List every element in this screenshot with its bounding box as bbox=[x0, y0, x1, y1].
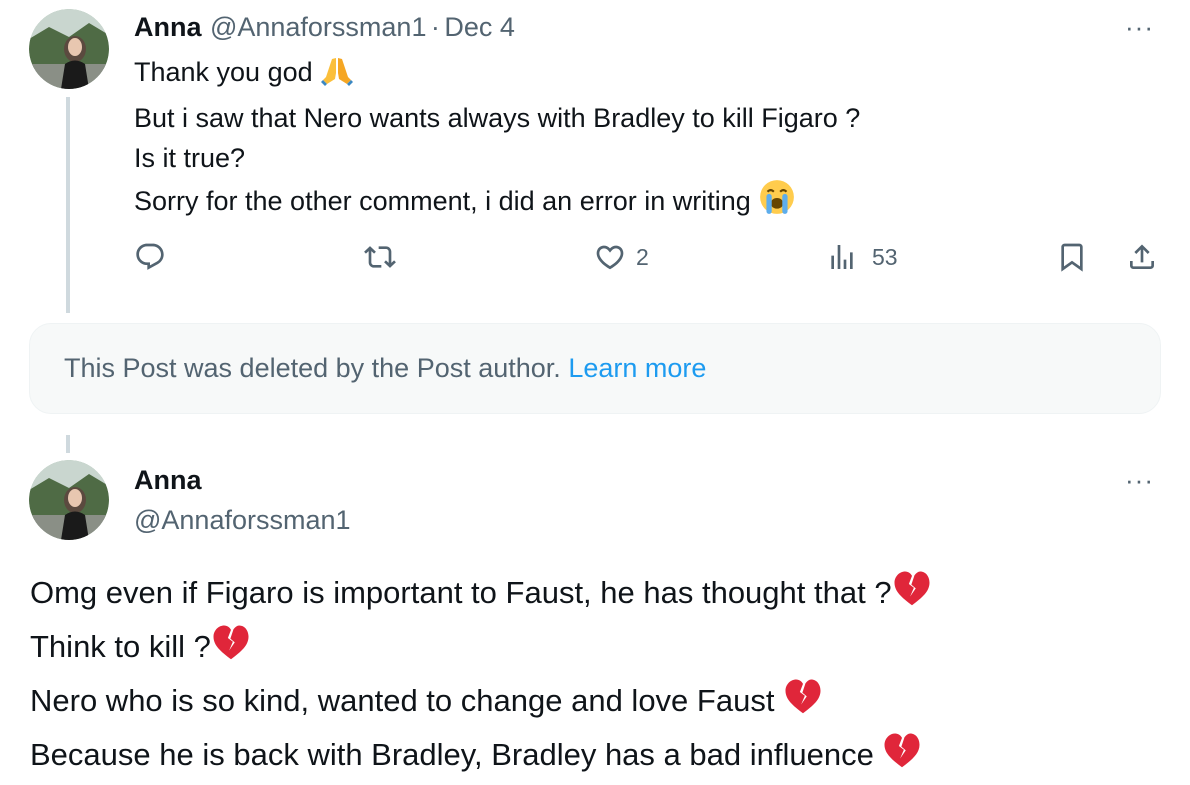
deleted-post-notice: This Post was deleted by the Post author… bbox=[29, 323, 1161, 414]
post-line: Sorry for the other comment, i did an er… bbox=[134, 178, 860, 227]
views-icon bbox=[831, 245, 853, 269]
deleted-notice-text: This Post was deleted by the Post author… bbox=[64, 353, 561, 383]
share-icon bbox=[1130, 244, 1154, 269]
more-options-icon[interactable]: ··· bbox=[1125, 12, 1154, 43]
post-line: Thank you god bbox=[134, 52, 860, 98]
loudly-crying-face-icon bbox=[758, 178, 796, 227]
like-button[interactable]: 2 bbox=[594, 241, 649, 273]
post-date[interactable]: Dec 4 bbox=[444, 12, 515, 42]
handle[interactable]: @Annaforssman1 bbox=[134, 505, 351, 536]
broken-heart-icon bbox=[882, 731, 922, 785]
post-header: Anna @Annaforssman1 · Dec 4 bbox=[134, 12, 515, 43]
share-button[interactable] bbox=[1126, 241, 1158, 273]
folded-hands-icon bbox=[320, 53, 354, 98]
like-count: 2 bbox=[636, 243, 649, 270]
post-line: Think to kill ? bbox=[30, 623, 932, 677]
post-line: Omg even if Figaro is important to Faust… bbox=[30, 569, 932, 623]
display-name[interactable]: Anna bbox=[134, 12, 202, 42]
separator: · bbox=[430, 12, 440, 42]
post-text: Thank you god But i saw that Nero wants … bbox=[134, 52, 860, 227]
post-text: Omg even if Figaro is important to Faust… bbox=[30, 569, 932, 785]
avatar-image bbox=[29, 460, 109, 540]
avatar[interactable] bbox=[29, 9, 109, 89]
views-button[interactable]: 53 bbox=[826, 241, 898, 273]
post-line: Is it true? bbox=[134, 143, 246, 173]
avatar-image bbox=[29, 9, 109, 89]
avatar[interactable] bbox=[29, 460, 109, 540]
thread-connector bbox=[66, 97, 70, 313]
repost-button[interactable] bbox=[364, 241, 396, 273]
more-options-icon[interactable]: ··· bbox=[1125, 465, 1154, 496]
handle[interactable]: @Annaforssman1 bbox=[210, 12, 427, 42]
post-line: Nero who is so kind, wanted to change an… bbox=[30, 677, 932, 731]
thread-connector bbox=[66, 435, 70, 453]
learn-more-link[interactable]: Learn more bbox=[568, 353, 706, 383]
post-line: But i saw that Nero wants always with Br… bbox=[134, 103, 861, 133]
reply-button[interactable] bbox=[134, 241, 166, 273]
reply-icon bbox=[136, 243, 164, 270]
broken-heart-icon bbox=[211, 623, 251, 677]
bookmark-button[interactable] bbox=[1056, 241, 1088, 273]
broken-heart-icon bbox=[783, 677, 823, 731]
bookmark-icon bbox=[1061, 243, 1083, 272]
repost-icon bbox=[364, 246, 396, 268]
post-line: Because he is back with Bradley, Bradley… bbox=[30, 731, 932, 785]
broken-heart-icon bbox=[892, 569, 932, 623]
heart-icon bbox=[596, 245, 624, 270]
display-name[interactable]: Anna bbox=[134, 465, 202, 496]
views-count: 53 bbox=[872, 243, 898, 270]
